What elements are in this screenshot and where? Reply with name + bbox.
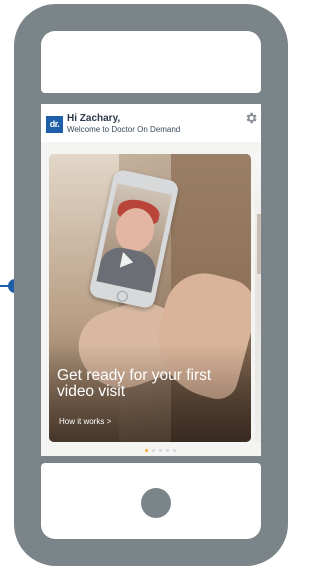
next-card-peek[interactable] bbox=[255, 154, 261, 442]
pagination-dot[interactable] bbox=[166, 449, 169, 452]
how-it-works-link[interactable]: How it works > bbox=[59, 417, 111, 426]
phone-bottom-bezel bbox=[41, 463, 261, 539]
stage: dr. Hi Zachary, Welcome to Doctor On Dem… bbox=[0, 0, 298, 570]
video-call-screen bbox=[96, 183, 172, 293]
device-home-button bbox=[115, 289, 129, 303]
pagination-dot[interactable] bbox=[159, 449, 162, 452]
greeting-text: Hi Zachary, bbox=[67, 113, 121, 124]
pagination-dot[interactable] bbox=[173, 449, 176, 452]
home-button[interactable] bbox=[141, 488, 171, 518]
card-title: Get ready for your first video visit bbox=[57, 367, 212, 400]
next-card-image bbox=[257, 214, 261, 274]
pagination-dot[interactable] bbox=[152, 449, 155, 452]
video-visit-card[interactable]: Get ready for your first video visit How… bbox=[49, 154, 251, 442]
phone-screen: dr. Hi Zachary, Welcome to Doctor On Dem… bbox=[41, 104, 261, 456]
gear-icon[interactable] bbox=[244, 111, 258, 125]
pagination-dot-active[interactable] bbox=[145, 449, 148, 452]
welcome-text: Welcome to Doctor On Demand bbox=[67, 125, 181, 134]
logo: dr. bbox=[46, 116, 63, 133]
phone-top-bezel bbox=[41, 31, 261, 93]
app-header: dr. Hi Zachary, Welcome to Doctor On Dem… bbox=[41, 104, 261, 142]
phone-frame: dr. Hi Zachary, Welcome to Doctor On Dem… bbox=[14, 4, 288, 566]
pagination-dots bbox=[145, 449, 176, 452]
